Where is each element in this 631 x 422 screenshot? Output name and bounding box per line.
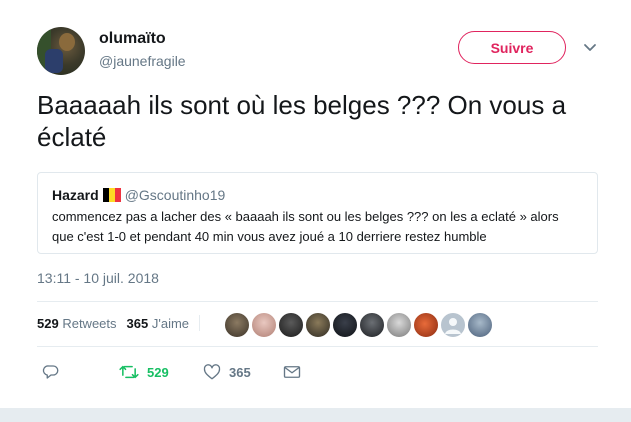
tweet-timestamp[interactable]: 13:11 - 10 juil. 2018 [37,270,159,286]
liker-avatar[interactable] [467,312,493,338]
likes-label: J'aime [151,316,190,331]
quoted-author-handle: @Gscoutinho19 [124,187,226,203]
likes-count: 365 [126,316,149,331]
liker-avatar[interactable] [251,312,277,338]
liker-avatar[interactable] [278,312,304,338]
retweet-icon [119,363,139,381]
tweet-card: olumaïto @jaunefragile Suivre Baaaaah il… [0,0,631,422]
belgium-flag-icon [102,188,121,202]
tweet-stats: 529 Retweets 365 J'aime [37,315,210,331]
retweets-stat[interactable]: 529 Retweets [37,316,117,331]
liker-avatar[interactable] [440,312,466,338]
tweet-text: Baaaaah ils sont où les belges ??? On vo… [37,90,567,152]
chevron-down-icon[interactable] [580,40,600,56]
quoted-tweet-text: commencez pas a lacher des « baaaah ils … [52,209,559,244]
follow-button[interactable]: Suivre [458,31,566,64]
avatar[interactable] [37,27,85,75]
stats-separator [199,315,201,331]
quoted-tweet-header: Hazard @Gscoutinho19 [52,187,225,203]
retweet-button[interactable]: 529 [119,362,169,382]
author-handle[interactable]: @jaunefragile [99,53,186,69]
retweets-count: 529 [37,316,59,331]
quoted-tweet[interactable]: Hazard @Gscoutinho19 commencez pas a lach… [37,172,598,254]
envelope-icon [283,364,301,380]
heart-icon [203,363,221,381]
quoted-author-name: Hazard [52,187,99,203]
author-display-name[interactable]: olumaïto [99,30,166,48]
reply-button[interactable] [42,362,60,382]
retweet-count: 529 [147,364,169,380]
like-button[interactable]: 365 [203,362,251,382]
divider [37,346,598,347]
liker-avatar[interactable] [359,312,385,338]
likes-stat[interactable]: 365 J'aime [127,316,190,331]
like-count: 365 [229,364,251,380]
divider [37,301,598,302]
liker-avatar[interactable] [413,312,439,338]
direct-message-button[interactable] [283,362,301,382]
liker-avatar[interactable] [386,312,412,338]
retweets-label: Retweets [62,316,117,331]
liker-avatar[interactable] [305,312,331,338]
liker-avatar[interactable] [332,312,358,338]
bottom-border [0,408,631,422]
reply-icon [42,363,60,381]
liker-avatar[interactable] [224,312,250,338]
